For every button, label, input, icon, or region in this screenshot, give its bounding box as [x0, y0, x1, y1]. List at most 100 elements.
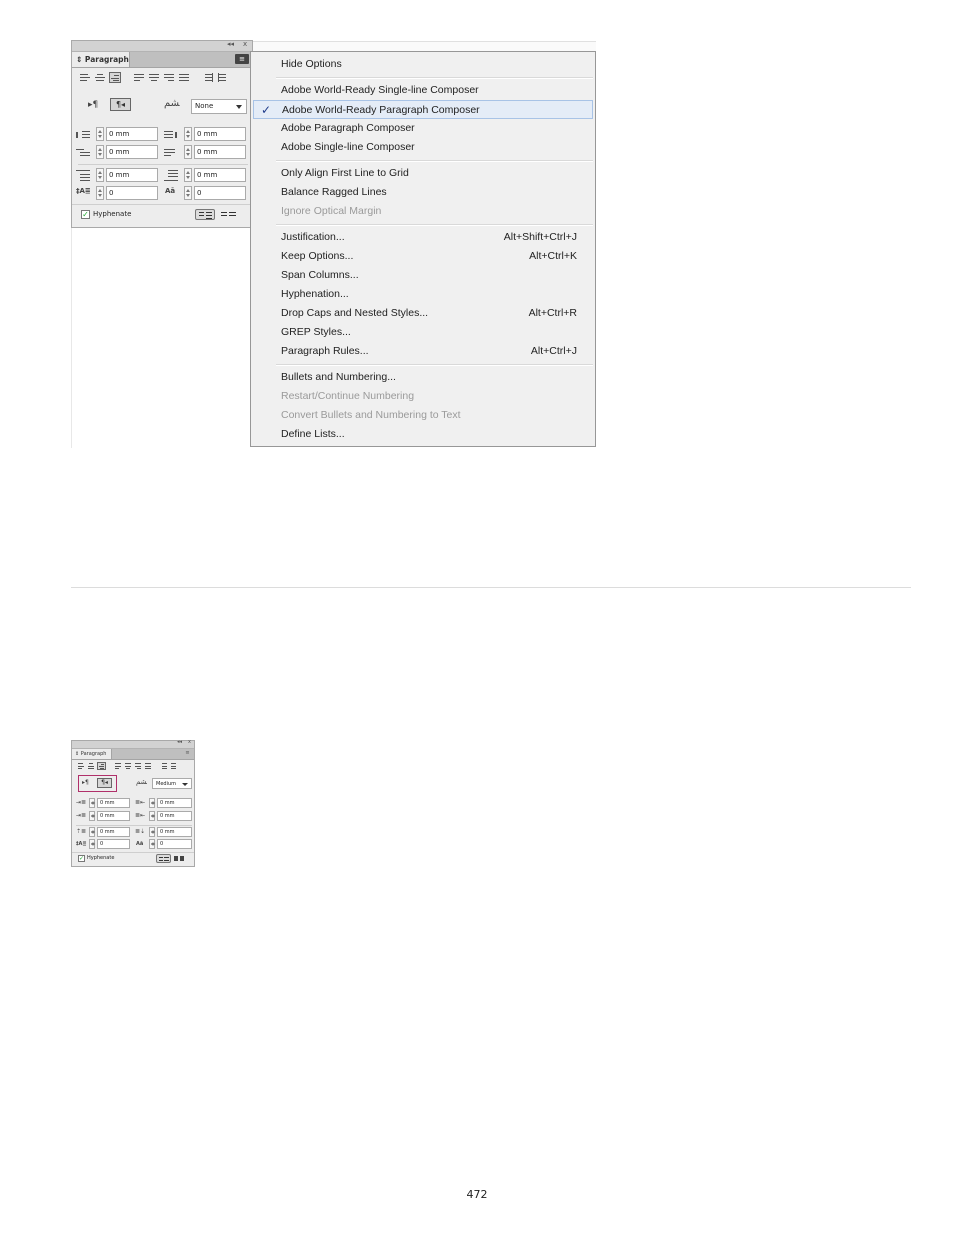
justify-right-icon[interactable]	[163, 72, 175, 83]
drop-cap-lines-stepper[interactable]	[96, 186, 104, 200]
drop-cap-lines-field[interactable]: 0	[89, 839, 130, 849]
menu-item-paragraph-rules[interactable]: Paragraph Rules... Alt+Ctrl+J	[251, 342, 595, 361]
last-line-right-indent-field[interactable]: 0 mm	[184, 145, 246, 159]
menu-item-adobe-world-ready-paragraph-composer[interactable]: ✓ Adobe World-Ready Paragraph Composer	[253, 100, 593, 119]
menu-item-label: Paragraph Rules...	[281, 345, 369, 357]
panel-menu-icon[interactable]: ≡	[235, 54, 249, 64]
align-left-icon[interactable]	[79, 72, 91, 83]
updown-arrows-icon: ⇕	[75, 751, 80, 757]
space-before-field[interactable]: 0 mm	[89, 827, 130, 837]
language-select[interactable]: Medium	[152, 778, 192, 789]
align-towards-spine-icon[interactable]	[160, 762, 168, 770]
justify-right-icon[interactable]	[134, 762, 142, 770]
collapse-icon[interactable]: ◂◂	[177, 739, 182, 745]
panel-menu-icon[interactable]: ≡	[183, 750, 192, 757]
first-line-indent-stepper[interactable]	[96, 145, 104, 159]
drop-cap-lines-field[interactable]: 0	[96, 186, 158, 200]
language-select[interactable]: None	[191, 99, 247, 114]
drop-cap-chars-field[interactable]: 0	[149, 839, 192, 849]
right-indent-field[interactable]: 0 mm	[149, 798, 192, 808]
menu-item-define-lists[interactable]: Define Lists...	[251, 425, 595, 444]
balance-columns-button[interactable]	[156, 854, 171, 863]
ltr-direction-icon[interactable]: ▸¶	[88, 100, 98, 110]
first-line-indent-field[interactable]: 0 mm	[89, 811, 130, 821]
justify-center-icon[interactable]	[148, 72, 160, 83]
space-before-icon: ⇡≣	[76, 828, 87, 835]
right-indent-stepper[interactable]	[184, 127, 192, 141]
hyphenate-label: Hyphenate	[87, 855, 115, 861]
align-away-from-spine-icon[interactable]	[170, 762, 178, 770]
menu-item-grep-styles[interactable]: GREP Styles...	[251, 323, 595, 342]
justify-all-icon[interactable]	[178, 72, 190, 83]
menu-separator	[276, 364, 593, 366]
hyphenate-label: Hyphenate	[93, 210, 132, 218]
justify-left-icon[interactable]	[114, 762, 122, 770]
hyphenate-checkbox[interactable]: ✓	[81, 210, 90, 219]
alignment-buttons	[77, 762, 178, 770]
first-line-indent-icon: ⇥≣	[76, 812, 87, 819]
left-indent-field[interactable]: 0 mm	[96, 127, 158, 141]
menu-item-keep-options[interactable]: Keep Options... Alt+Ctrl+K	[251, 247, 595, 266]
menu-item-adobe-world-ready-single-line-composer[interactable]: Adobe World-Ready Single-line Composer	[251, 81, 595, 100]
rtl-direction-icon[interactable]: ¶◂	[110, 98, 131, 111]
justify-all-icon[interactable]	[144, 762, 152, 770]
tab-paragraph[interactable]: ⇕ Paragraph	[72, 749, 112, 759]
menu-item-drop-caps-and-nested-styles[interactable]: Drop Caps and Nested Styles... Alt+Ctrl+R	[251, 304, 595, 323]
align-left-icon[interactable]	[77, 762, 85, 770]
right-indent-field[interactable]: 0 mm	[184, 127, 246, 141]
align-center-icon[interactable]	[87, 762, 95, 770]
menu-item-label: Balance Ragged Lines	[281, 186, 387, 198]
space-after-field[interactable]: 0 mm	[149, 827, 192, 837]
span-columns-icon[interactable]	[174, 856, 185, 862]
menu-item-shortcut: Alt+Shift+Ctrl+J	[503, 231, 577, 243]
menu-item-hide-options[interactable]: Hide Options	[251, 55, 595, 74]
space-before-field[interactable]: 0 mm	[96, 168, 158, 182]
close-icon[interactable]: x	[243, 40, 247, 48]
first-line-indent-icon	[76, 147, 90, 159]
panel-tab-bar: ⇕ Paragraph ≡	[72, 52, 252, 68]
menu-item-span-columns[interactable]: Span Columns...	[251, 266, 595, 285]
menu-item-bullets-and-numbering[interactable]: Bullets and Numbering...	[251, 368, 595, 387]
menu-item-label: Restart/Continue Numbering	[281, 390, 415, 402]
collapse-icon[interactable]: ◂◂	[227, 40, 234, 48]
menu-item-justification[interactable]: Justification... Alt+Shift+Ctrl+J	[251, 228, 595, 247]
align-center-icon[interactable]	[94, 72, 106, 83]
ltr-direction-icon[interactable]: ▸¶	[82, 779, 89, 786]
left-indent-field[interactable]: 0 mm	[89, 798, 130, 808]
menu-item-adobe-paragraph-composer[interactable]: Adobe Paragraph Composer	[251, 119, 595, 138]
space-before-stepper[interactable]	[96, 168, 104, 182]
menu-item-label: Ignore Optical Margin	[281, 205, 382, 217]
align-right-icon[interactable]	[97, 762, 106, 770]
menu-item-label: Convert Bullets and Numbering to Text	[281, 409, 461, 421]
drop-cap-chars-stepper[interactable]	[184, 186, 192, 200]
menu-item-adobe-single-line-composer[interactable]: Adobe Single-line Composer	[251, 138, 595, 157]
drop-cap-chars-icon: Aā	[165, 187, 176, 195]
align-right-icon[interactable]	[109, 72, 121, 83]
space-after-field[interactable]: 0 mm	[184, 168, 246, 182]
last-line-right-indent-field[interactable]: 0 mm	[149, 811, 192, 821]
menu-item-only-align-first-line-to-grid[interactable]: Only Align First Line to Grid	[251, 164, 595, 183]
menu-item-ignore-optical-margin: Ignore Optical Margin	[251, 202, 595, 221]
space-after-stepper[interactable]	[184, 168, 192, 182]
left-indent-stepper[interactable]	[96, 127, 104, 141]
drop-cap-lines-icon: ‡A≣	[76, 187, 91, 195]
align-towards-spine-icon[interactable]	[202, 72, 214, 83]
drop-cap-chars-field[interactable]: 0	[184, 186, 246, 200]
hyphenate-checkbox[interactable]: ✓	[78, 855, 85, 862]
menu-item-balance-ragged-lines[interactable]: Balance Ragged Lines	[251, 183, 595, 202]
menu-item-hyphenation[interactable]: Hyphenation...	[251, 285, 595, 304]
balance-columns-button[interactable]	[195, 209, 215, 220]
checkmark-icon: ✓	[261, 103, 272, 117]
last-line-right-indent-stepper[interactable]	[184, 145, 192, 159]
last-line-right-indent-icon	[164, 147, 178, 159]
right-indent-icon: ≣⇤	[135, 799, 146, 806]
close-icon[interactable]: x	[188, 739, 191, 745]
align-away-from-spine-icon[interactable]	[217, 72, 229, 83]
tab-paragraph[interactable]: ⇕ Paragraph	[72, 52, 130, 67]
menu-item-label: Drop Caps and Nested Styles...	[281, 307, 429, 319]
first-line-indent-field[interactable]: 0 mm	[96, 145, 158, 159]
rtl-direction-icon[interactable]: ¶◂	[97, 778, 112, 788]
justify-left-icon[interactable]	[133, 72, 145, 83]
justify-center-icon[interactable]	[124, 762, 132, 770]
span-columns-icon[interactable]	[221, 210, 237, 219]
